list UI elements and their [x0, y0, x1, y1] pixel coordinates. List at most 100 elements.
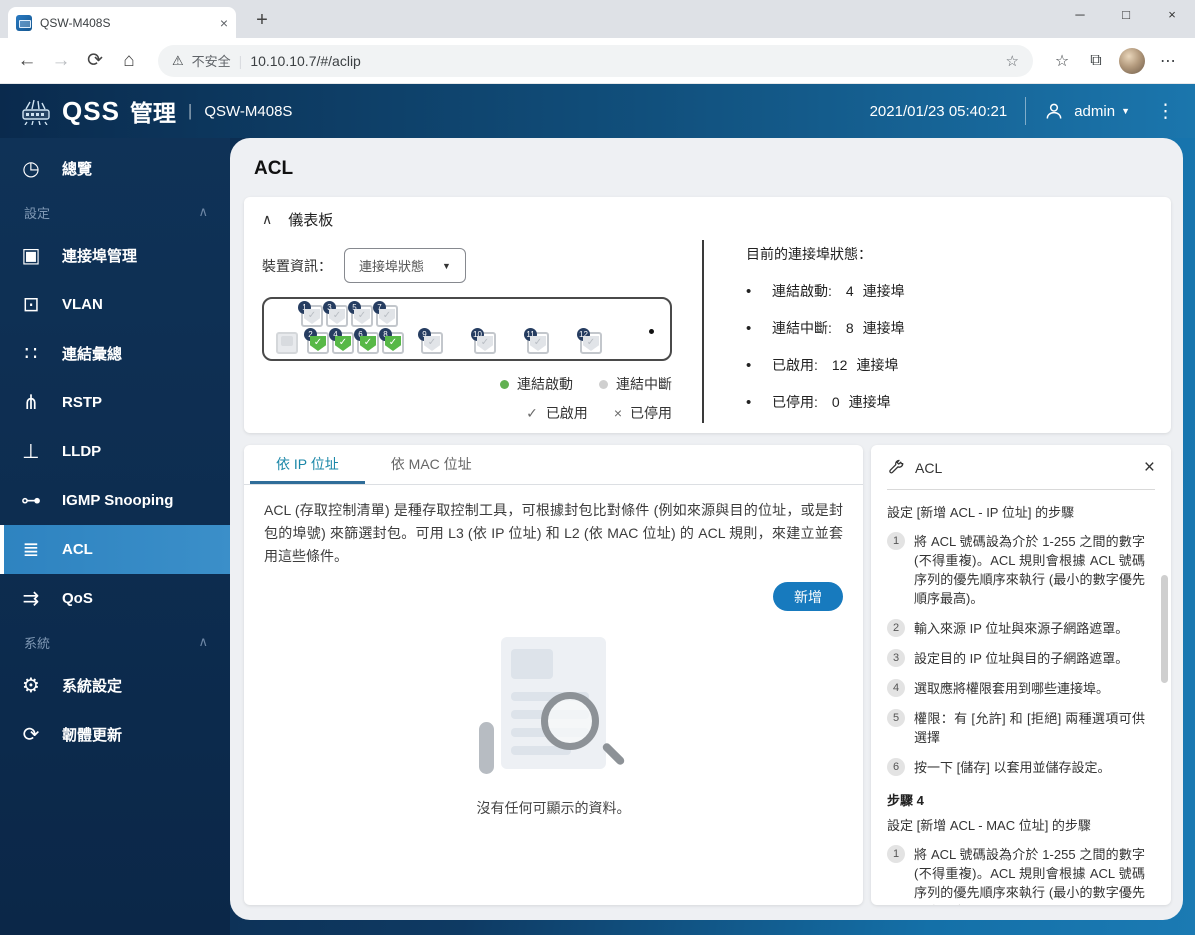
window-maximize-button[interactable]: □	[1103, 0, 1149, 32]
tab[interactable]: 依 IP 位址	[250, 445, 365, 484]
header-vertical-divider	[1025, 97, 1027, 125]
help-scrollbar-thumb[interactable]	[1161, 575, 1168, 683]
sidebar-item-label: 系統設定	[62, 678, 123, 695]
sidebar-item[interactable]: ⊶ IGMP Snooping	[0, 476, 230, 525]
sidebar-item[interactable]: ⊥ LLDP	[0, 427, 230, 476]
link-up-dot	[500, 380, 509, 389]
add-favorite-icon[interactable]: ☆	[1006, 52, 1019, 70]
stat-unit: 連接埠	[862, 283, 905, 299]
settings-icon: ⚙	[22, 675, 40, 697]
sidebar-item[interactable]: 系統 ∧	[0, 623, 230, 661]
port[interactable]: 5 ✓	[348, 301, 373, 327]
stat-label: 連結中斷:	[772, 320, 832, 336]
port-check-icon: ✓	[477, 336, 493, 351]
bullet-icon: •	[746, 356, 752, 374]
port-check-icon: ✓	[530, 336, 546, 351]
help-step: 2 輸入來源 IP 位址與來源子網路遮罩。	[887, 619, 1155, 638]
username-menu[interactable]: admin	[1074, 103, 1115, 120]
step-text: 設定目的 IP 位址與目的子網路遮罩。	[914, 651, 1129, 666]
browser-tab[interactable]: QSW-M408S ×	[8, 7, 236, 38]
port-check-icon: ✓	[335, 336, 351, 351]
sidebar-item[interactable]: ⋔ RSTP	[0, 378, 230, 427]
port-diagram: 1 ✓ 3 ✓ 5 ✓ 7 ✓ 2 ✓ 4 ✓ 6 ✓ 8 ✓ 9 ✓ 10 ✓…	[262, 297, 672, 361]
device-info-label: 裝置資訊：	[262, 257, 332, 274]
app-brand-suffix: 管理	[129, 100, 176, 126]
port[interactable]: 4 ✓	[329, 328, 354, 354]
browser-menu-icon[interactable]: ⋯	[1151, 51, 1185, 71]
step-text: 輸入來源 IP 位址與來源子網路遮罩。	[914, 621, 1129, 636]
collections-icon[interactable]: ⧉	[1079, 52, 1113, 70]
legend-disabled-label: 已停用	[630, 405, 672, 421]
port[interactable]: 7 ✓	[373, 301, 398, 327]
sidebar-item[interactable]: ▣ 連接埠管理	[0, 231, 230, 280]
dropdown-value: 連接埠狀態	[359, 259, 425, 274]
diagram-dot	[649, 329, 654, 334]
empty-message: 沒有任何可顯示的資料。	[476, 800, 631, 816]
port-check-icon: ✓	[310, 336, 326, 351]
port[interactable]: 3 ✓	[323, 301, 348, 327]
favorites-bar-icon[interactable]: ☆	[1045, 51, 1079, 71]
step-note: 步驟 4	[887, 793, 924, 808]
sidebar-item[interactable]: ≣ ACL	[0, 525, 230, 574]
stat-unit: 連接埠	[848, 394, 891, 410]
legend-row-link: 連結啟動 連結中斷	[262, 374, 672, 394]
rstp-icon: ⋔	[22, 392, 40, 414]
sidebar-item[interactable]: ⊡ VLAN	[0, 280, 230, 329]
sidebar-item-label: ACL	[62, 541, 93, 558]
qos-icon: ⇉	[22, 588, 40, 610]
new-tab-button[interactable]: +	[248, 6, 276, 34]
tab[interactable]: 依 MAC 位址	[365, 445, 498, 484]
header-more-icon[interactable]: ⋮	[1156, 100, 1175, 123]
port[interactable]: 12 ✓	[577, 328, 602, 354]
dashboard-collapse-icon[interactable]: ∧	[262, 211, 272, 228]
device-name: QSW-M408S	[204, 102, 293, 120]
sidebar-item[interactable]: 設定 ∧	[0, 193, 230, 231]
device-info-dropdown[interactable]: 連接埠狀態 ▼	[344, 248, 466, 283]
tab-close-icon[interactable]: ×	[220, 15, 228, 31]
sidebar: ◷ 總覽 設定 ∧ ▣ 連接埠管理 ⊡ VLAN ∷ 連結彙總 ⋔ RSTP ⊥…	[0, 138, 230, 935]
port-check-icon: ✓	[304, 309, 320, 324]
profile-avatar[interactable]	[1119, 47, 1145, 74]
port[interactable]: 2 ✓	[304, 328, 329, 354]
help-mac-section-title: 設定 [新增 ACL - MAC 位址] 的步驟	[887, 818, 1091, 833]
port[interactable]: 1 ✓	[298, 301, 323, 327]
sidebar-item[interactable]: ⟳ 韌體更新	[0, 710, 230, 759]
port[interactable]: 6 ✓	[354, 328, 379, 354]
header-divider: |	[187, 101, 193, 120]
site-favicon	[16, 14, 32, 31]
port-check-icon: ✓	[424, 336, 440, 351]
help-panel: ACL × 設定 [新增 ACL - IP 位址] 的步驟 1 將 ACL 號碼…	[871, 445, 1171, 905]
stat-label: 已啟用:	[772, 357, 818, 373]
port-check-icon: ✓	[354, 309, 370, 324]
vlan-icon: ⊡	[22, 294, 40, 316]
home-button[interactable]: ⌂	[112, 50, 146, 72]
stat-row: • 連結啟動: 4 連接埠	[746, 281, 1153, 301]
stat-label: 已停用:	[772, 394, 818, 410]
disabled-cross-icon: ×	[613, 405, 622, 421]
address-bar[interactable]: ⚠ 不安全 | 10.10.10.7/#/aclip ☆	[158, 44, 1033, 77]
add-button[interactable]: 新增	[773, 582, 843, 611]
window-close-button[interactable]: ×	[1149, 0, 1195, 32]
reload-button[interactable]: ⟳	[78, 49, 112, 72]
port[interactable]: 8 ✓	[379, 328, 404, 354]
step-text: 將 ACL 號碼設為介於 1-255 之間的數字 (不得重複)。ACL 規則會根…	[914, 534, 1145, 606]
help-close-icon[interactable]: ×	[1144, 457, 1155, 479]
user-caret-icon[interactable]: ▼	[1121, 106, 1130, 116]
window-minimize-button[interactable]: ─	[1057, 0, 1103, 32]
sidebar-item[interactable]: ⚙ 系統設定	[0, 661, 230, 710]
enabled-check-icon: ✓	[526, 405, 538, 421]
step-number: 3	[887, 649, 905, 667]
port[interactable]: 11 ✓	[524, 328, 549, 354]
forward-button: →	[51, 49, 71, 71]
sidebar-item[interactable]: ⇉ QoS	[0, 574, 230, 623]
gauge-icon: ◷	[22, 158, 40, 180]
port[interactable]: 10 ✓	[471, 328, 496, 354]
step-number: 6	[887, 758, 905, 776]
back-button[interactable]: ←	[10, 50, 44, 72]
acl-rules-card: 依 IP 位址 依 MAC 位址 ACL (存取控制清單) 是種存取控制工具，可…	[244, 445, 863, 905]
port[interactable]: 9 ✓	[418, 328, 443, 354]
help-step: 1 將 ACL 號碼設為介於 1-255 之間的數字 (不得重複)。ACL 規則…	[887, 532, 1155, 608]
sidebar-item[interactable]: ∷ 連結彙總	[0, 329, 230, 378]
step-text: 權限：有 [允許] 和 [拒絕] 兩種選項可供選擇	[914, 711, 1145, 745]
sidebar-item[interactable]: ◷ 總覽	[0, 144, 230, 193]
